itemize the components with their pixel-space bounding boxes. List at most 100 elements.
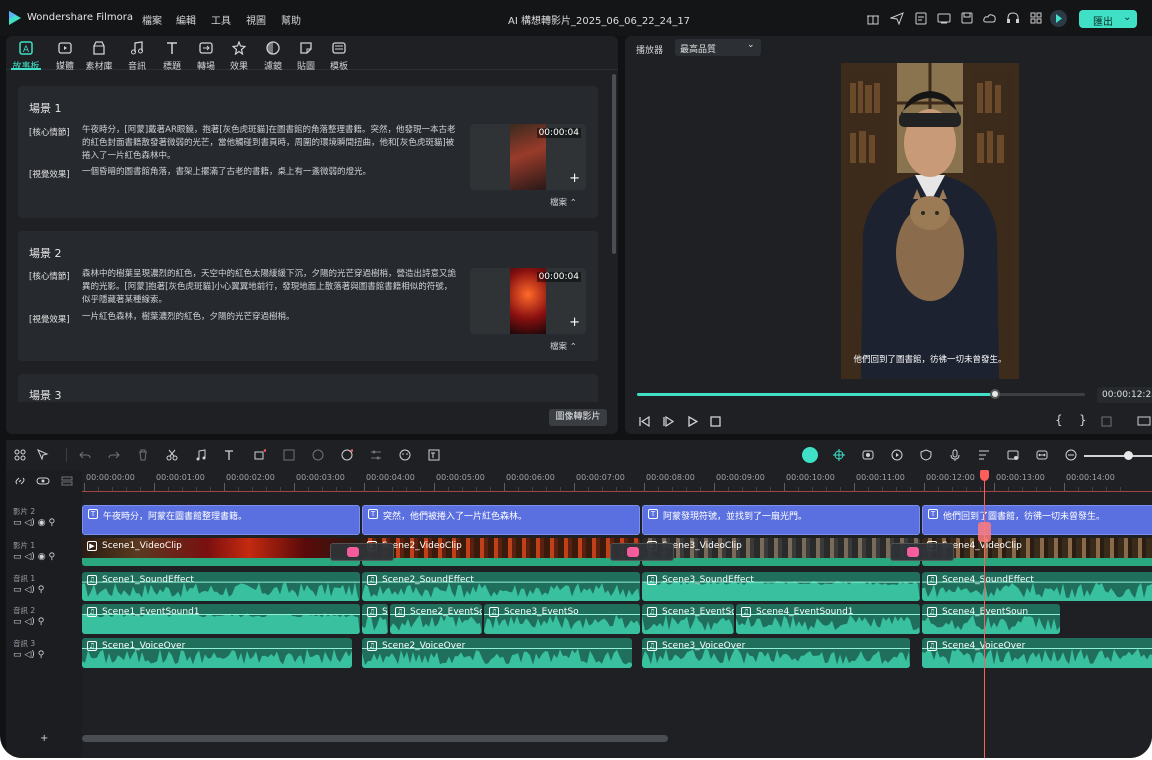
redo-icon[interactable] [108,449,120,461]
audio-edit-icon[interactable] [195,449,207,461]
layout-icon[interactable] [14,449,26,461]
menu-file[interactable]: 檔案 [142,12,162,27]
scene-thumbnail[interactable]: 00:00:04 + [470,268,586,334]
zoom-slider-handle[interactable] [1124,451,1133,460]
auto-beat-icon[interactable] [833,449,845,461]
voiceover-clip[interactable]: ♫ Scene2_VoiceOver [362,638,632,668]
playhead-handle[interactable] [980,470,989,481]
event-sound-clip[interactable]: ♫ Scene2_EventS [362,604,388,634]
tool-filters[interactable]: 濾鏡 [256,40,290,72]
volume-icon[interactable]: ◁) [24,585,34,595]
visual-effect-text[interactable]: 一個昏暗的圖書館角落，書架上擺滿了古老的書籍，桌上有一盞微弱的燈光。 [82,166,457,179]
folder-icon[interactable]: ▭ [13,585,22,595]
sticker-tool-icon[interactable] [399,449,411,461]
menu-help[interactable]: 幫助 [281,12,301,27]
zoom-out-icon[interactable] [1065,449,1077,461]
prev-frame-icon[interactable] [639,416,650,427]
menu-edit[interactable]: 編輯 [176,12,196,27]
progress-handle[interactable] [990,389,1001,399]
playhead[interactable] [984,471,985,758]
playback-progress[interactable] [637,389,1085,399]
menu-tools[interactable]: 工具 [211,12,231,27]
snapshot-icon[interactable] [1101,416,1112,427]
render-preview-icon[interactable] [891,449,903,461]
event-sound-clip[interactable]: ♫ Scene2_EventSound3 [390,604,482,634]
monitor-icon[interactable] [937,11,951,25]
scene-thumbnail[interactable]: 00:00:04 + [470,124,586,190]
image-to-video-button[interactable]: 圖像轉影片 [549,409,607,426]
transition-marker[interactable] [610,543,674,561]
title-clip[interactable]: T 午夜時分，阿蒙在圖書館整理書籍。 [82,505,360,535]
event-sound-clip[interactable]: ♫ Scene3_EventSound2 [642,604,734,634]
headset-icon[interactable] [1006,11,1020,25]
color-icon[interactable] [312,449,324,461]
add-track-button[interactable]: + [40,733,48,744]
core-plot-text[interactable]: 午夜時分，[阿蒙]戴著AR眼鏡，抱著[灰色虎斑貓]在圖書館的角落整理書籍。突然，… [82,124,457,163]
tool-audio[interactable]: 音訊 [120,40,154,72]
play-icon[interactable] [687,416,698,427]
lock-icon[interactable]: ⚲ [48,518,55,528]
tool-effects[interactable]: 效果 [222,40,256,72]
video-clip[interactable]: ▶Scene2_VideoClip [362,538,640,566]
voiceover-clip[interactable]: ♫ Scene3_VoiceOver [642,638,910,668]
record-screen-icon[interactable] [862,449,874,461]
stop-icon[interactable] [710,416,721,427]
send-icon[interactable] [890,11,904,25]
voiceover-clip[interactable]: ♫Scene4_VoiceOver [922,638,1152,668]
ai-mate-icon[interactable] [802,447,818,463]
split-marker-icon[interactable] [978,522,991,542]
title-clip[interactable]: T 阿蒙發現符號，並找到了一扇光門。 [642,505,920,535]
account-avatar[interactable] [1050,10,1067,27]
sound-effect-clip[interactable]: ♫ Scene2_SoundEffect [362,572,640,601]
title-clip[interactable]: T 突然，他們被捲入了一片紅色森林。 [362,505,640,535]
split-icon[interactable] [166,449,178,461]
snap-icon[interactable] [36,475,50,487]
event-sound-clip[interactable]: ♫ Scene4_EventSoun [922,604,1060,634]
grid-apps-icon[interactable] [1029,11,1043,25]
menu-view[interactable]: 視圖 [246,12,266,27]
folder-icon[interactable]: ▭ [13,518,22,528]
sound-effect-clip[interactable]: ♫ Scene3_SoundEffect [642,572,920,601]
event-sound-clip[interactable]: ♫ Scene4_EventSound1 [736,604,920,634]
crop-icon[interactable] [254,449,266,461]
cloud-upload-icon[interactable] [983,11,997,25]
delete-icon[interactable] [137,449,149,461]
volume-icon[interactable]: ◁) [24,552,34,562]
lock-icon[interactable]: ⚲ [38,617,45,627]
volume-icon[interactable]: ◁) [24,617,34,627]
eye-icon[interactable]: ◉ [38,552,46,562]
voiceover-clip[interactable]: ♫ Scene1_VoiceOver [82,638,352,668]
mark-in-icon[interactable]: { [1055,413,1063,427]
video-clip[interactable]: ▶Scene3_VideoClip [642,538,920,566]
add-icon[interactable]: + [569,315,580,330]
microphone-icon[interactable] [949,449,961,461]
title-clip[interactable]: T 他們回到了圖書館，彷彿一切未曾發生。 [922,505,1152,535]
link-icon[interactable] [14,475,26,487]
tool-stickers[interactable]: 貼圖 [289,40,323,72]
save-icon[interactable] [960,11,974,25]
event-sound-clip[interactable]: ♫ Scene3_EventSo [484,604,640,634]
archive-toggle[interactable]: 檔案 ⌃ [550,196,577,208]
timeline-scrollbar[interactable] [82,735,668,742]
core-plot-text[interactable]: 森林中的樹葉呈現濃烈的紅色，天空中的紅色太陽緩緩下沉，夕陽的光芒穿過樹梢，營造出… [82,268,457,307]
archive-toggle[interactable]: 檔案 ⌃ [550,340,577,352]
select-tool-icon[interactable] [37,449,49,461]
sound-effect-clip[interactable]: ♫ Scene1_SoundEffect [82,572,360,601]
quality-select[interactable]: 最高品質 ⌄ [675,39,761,56]
volume-icon[interactable]: ◁) [24,650,34,660]
folder-icon[interactable]: ▭ [13,650,22,660]
fit-timeline-icon[interactable] [1036,449,1048,461]
tool-titles[interactable]: 標題 [155,40,189,72]
clipboard-icon[interactable] [914,11,928,25]
text-tool-icon[interactable] [224,449,236,461]
eye-icon[interactable]: ◉ [38,518,46,528]
shield-icon[interactable] [920,449,932,461]
volume-icon[interactable]: ◁) [24,518,34,528]
lock-icon[interactable]: ⚲ [48,552,55,562]
tool-stock[interactable]: 素材庫 [82,40,116,72]
tool-transitions[interactable]: 轉場 [189,40,223,72]
visual-effect-text[interactable]: 一片紅色森林，樹葉濃烈的紅色，夕陽的光芒穿過樹梢。 [82,311,457,324]
translate-icon[interactable] [428,449,440,461]
mark-out-icon[interactable]: } [1079,413,1087,427]
panel-scrollbar[interactable] [612,74,616,254]
